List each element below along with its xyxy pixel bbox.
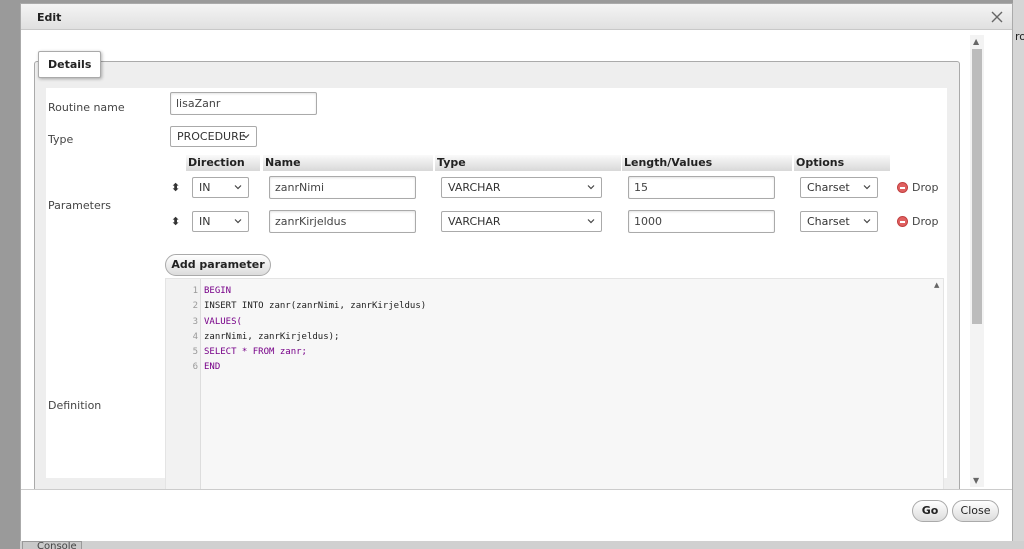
backdrop-bottom-bar (20, 541, 1024, 549)
header-length-values: Length/Values (622, 155, 792, 171)
header-direction: Direction (186, 155, 260, 171)
edit-dialog: Edit ▲ ▼ Details Routine name lisaZanr T… (20, 3, 1013, 541)
direction-value: IN (199, 215, 211, 228)
dialog-footer: Go Close (21, 489, 1012, 541)
dialog-scrollbar[interactable]: ▲ ▼ (970, 35, 984, 487)
scrollbar-thumb[interactable] (972, 49, 982, 324)
direction-select[interactable]: IN (192, 177, 249, 198)
code-lines: 1 BEGIN 2 INSERT INTO zanr(zanrNimi, zanrK… (166, 284, 943, 376)
header-options: Options (794, 155, 890, 171)
definition-editor[interactable]: ▲ 1 BEGIN 2 INSERT INTO zanr(zanrNimi, zan… (165, 278, 944, 489)
close-icon[interactable] (988, 8, 1006, 26)
chevron-down-icon (863, 185, 871, 190)
chevron-down-icon (234, 219, 242, 224)
dialog-titlebar[interactable]: Edit (21, 4, 1012, 30)
type-label: Type (48, 133, 74, 146)
code-line: 3 VALUES( (192, 316, 242, 327)
routine-type-value: PROCEDURE (177, 130, 246, 143)
dialog-title: Edit (37, 11, 62, 24)
code-line: 5 SELECT * FROM zanr; (192, 347, 307, 358)
minus-circle-icon (897, 182, 908, 193)
chevron-down-icon (234, 185, 242, 190)
chevron-down-icon (242, 134, 250, 139)
drop-param-button[interactable]: Drop (897, 181, 938, 194)
code-line: 4 zanrNimi, zanrKirjeldus); (192, 331, 340, 342)
param-type-value: VARCHAR (448, 181, 501, 194)
close-button[interactable]: Close (952, 500, 999, 522)
direction-select[interactable]: IN (192, 211, 249, 232)
chevron-down-icon (587, 185, 595, 190)
routine-name-input[interactable]: lisaZanr (170, 92, 317, 115)
code-line: 6 END (192, 362, 221, 373)
param-name-input[interactable]: zanrNimi (269, 176, 416, 199)
param-type-value: VARCHAR (448, 215, 501, 228)
routine-name-label: Routine name (48, 101, 125, 114)
console-tab[interactable]: Console (22, 541, 82, 549)
code-line: 1 BEGIN (192, 286, 232, 296)
code-line: 2 INSERT INTO zanr(zanrNimi, zanrKirjeldu… (192, 301, 427, 312)
minus-circle-icon (897, 216, 908, 227)
drop-label: Drop (912, 215, 939, 228)
scroll-down-icon[interactable]: ▼ (973, 476, 979, 485)
drop-label: Drop (912, 181, 939, 194)
details-legend: Details (38, 51, 102, 78)
definition-label: Definition (48, 399, 102, 412)
param-options-select[interactable]: Charset (800, 211, 878, 232)
chevron-down-icon (863, 219, 871, 224)
add-parameter-button[interactable]: Add parameter (165, 254, 271, 276)
param-type-select[interactable]: VARCHAR (441, 211, 602, 232)
backdrop-peek-text: ro (1015, 30, 1024, 43)
param-options-select[interactable]: Charset (800, 177, 878, 198)
param-name-input[interactable]: zanrKirjeldus (269, 210, 416, 233)
param-type-select[interactable]: VARCHAR (441, 177, 602, 198)
param-options-value: Charset (807, 215, 850, 228)
scroll-up-icon[interactable]: ▲ (973, 37, 979, 46)
param-length-input[interactable]: 1000 (628, 210, 775, 233)
routine-type-select[interactable]: PROCEDURE (170, 126, 257, 147)
header-name: Name (263, 155, 433, 171)
backdrop-right-panel: ro (1013, 0, 1024, 549)
direction-value: IN (199, 181, 211, 194)
chevron-down-icon (587, 219, 595, 224)
dialog-body: ▲ ▼ Details Routine name lisaZanr Type P… (21, 31, 1012, 489)
go-button[interactable]: Go (912, 500, 948, 522)
param-options-value: Charset (807, 181, 850, 194)
drag-handle-icon[interactable]: ⬍ (171, 181, 180, 194)
header-type: Type (435, 155, 621, 171)
param-length-input[interactable]: 15 (628, 176, 775, 199)
drop-param-button[interactable]: Drop (897, 215, 938, 228)
parameters-label: Parameters (48, 199, 111, 212)
drag-handle-icon[interactable]: ⬍ (171, 215, 180, 228)
